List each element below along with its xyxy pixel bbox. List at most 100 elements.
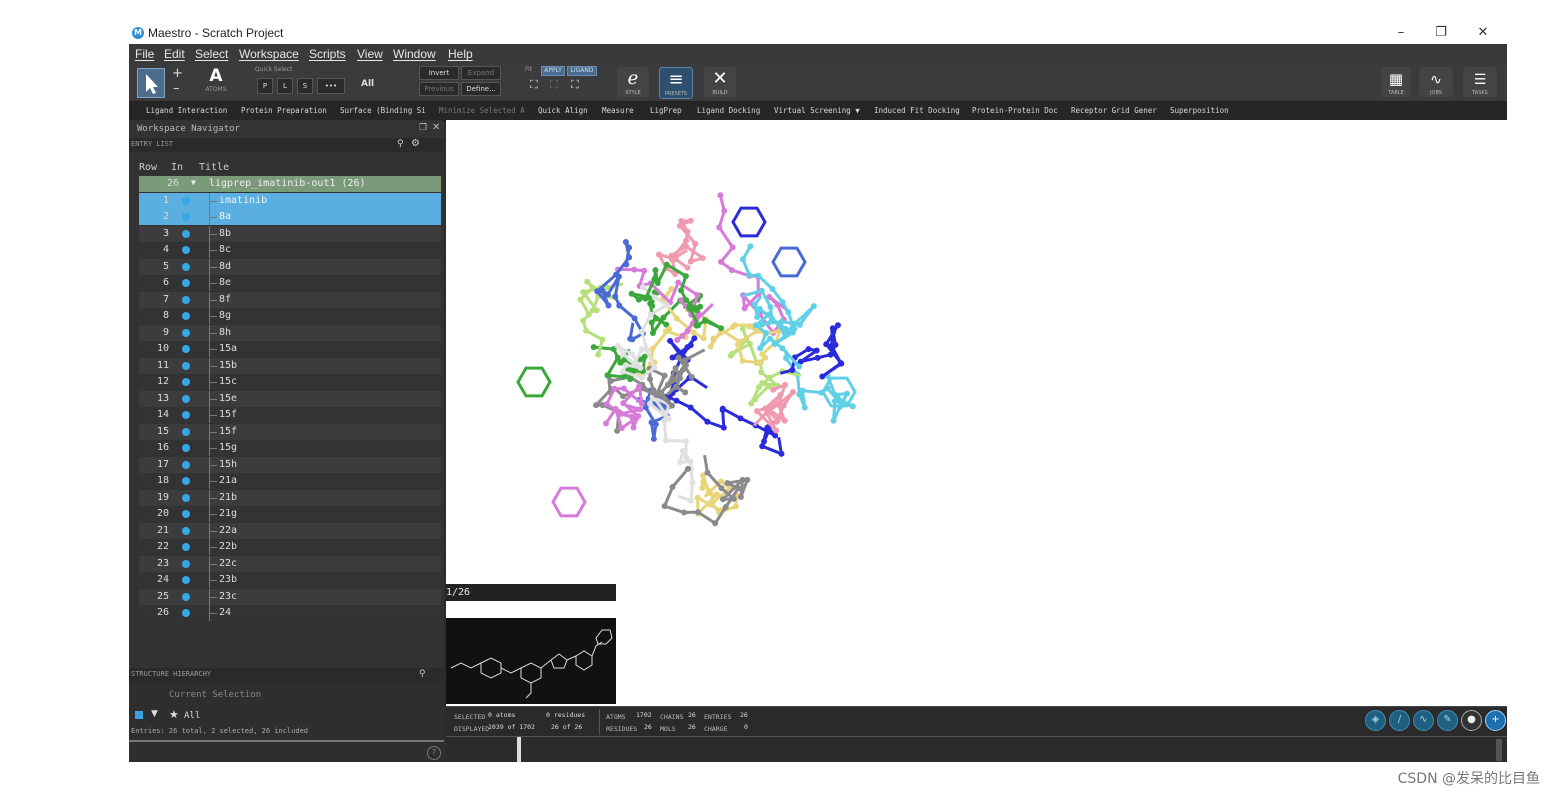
fav-surface-binding[interactable]: Surface (Binding Si [340, 106, 426, 115]
entry-row[interactable]: 18 21a [139, 473, 441, 489]
fav-superposition[interactable]: Superposition [1170, 106, 1229, 115]
fav-induced-fit-docking[interactable]: Induced Fit Docking [874, 106, 960, 115]
entry-included-icon[interactable] [182, 559, 190, 568]
entry-row[interactable]: 20 21g [139, 506, 441, 522]
hierarchy-search-icon[interactable]: ⚲ [419, 669, 426, 679]
fit-all-icon[interactable]: ⛶ [530, 78, 538, 92]
entry-row[interactable]: 15 15f [139, 423, 441, 440]
entry-row[interactable]: 1 imatinib [139, 192, 441, 209]
apply-button[interactable]: APPLY [541, 66, 565, 76]
quick-select-more[interactable]: ••• [317, 78, 345, 94]
entry-included-icon[interactable] [182, 526, 190, 535]
entry-row[interactable]: 10 15a [139, 341, 441, 357]
entry-group-row[interactable]: 26 ▼ ligprep_imatinib-out1 (26) [139, 176, 441, 192]
expand-button[interactable]: Expand [461, 66, 501, 80]
fit-selection-icon[interactable]: ⛶ [550, 78, 558, 92]
tube-icon[interactable]: / [1389, 710, 1410, 731]
entry-row[interactable]: 16 15g [139, 440, 441, 456]
entry-row[interactable]: 17 15h [139, 456, 441, 473]
entry-included-icon[interactable] [182, 576, 190, 584]
menu-workspace[interactable]: Workspace [239, 47, 299, 61]
splitter-handle[interactable] [517, 737, 521, 762]
entry-included-icon[interactable] [182, 328, 190, 337]
entry-included-icon[interactable] [182, 592, 190, 601]
presets-button[interactable]: ≡ PRESETS [659, 67, 693, 99]
fav-quick-align[interactable]: Quick Align [538, 106, 588, 115]
menu-window[interactable]: Window [393, 47, 436, 61]
entry-row[interactable]: 23 22c [139, 555, 441, 572]
panel-splitter[interactable] [129, 740, 444, 742]
column-row[interactable]: Row [139, 162, 157, 173]
previous-button[interactable]: Previous [419, 82, 459, 96]
entry-included-icon[interactable] [182, 510, 190, 518]
fav-receptor-grid[interactable]: Receptor Grid Gener [1071, 106, 1157, 115]
entry-row[interactable]: 7 8f [139, 291, 441, 308]
current-selection-item[interactable]: Current Selection [169, 690, 261, 700]
collapse-triangle-icon[interactable]: ▼ [191, 178, 196, 187]
navigator-close-icon[interactable]: ✕ [432, 122, 440, 133]
menu-file[interactable]: File [135, 47, 154, 61]
fav-ligprep[interactable]: LigPrep [650, 106, 682, 115]
entry-included-icon[interactable] [182, 345, 190, 353]
entry-row[interactable]: 3 8b [139, 225, 441, 242]
quick-select-protein[interactable]: P [257, 78, 273, 94]
add-selection-button[interactable]: + [172, 66, 183, 81]
entry-row[interactable]: 12 15c [139, 374, 441, 390]
select-all-button[interactable]: All [361, 79, 374, 89]
gear-icon[interactable]: ⚙ [411, 138, 420, 149]
entry-included-icon[interactable] [182, 312, 190, 320]
entry-included-icon[interactable] [182, 444, 190, 452]
3d-workspace-viewport[interactable]: 1/26 [446, 120, 1507, 706]
quick-select-ligand[interactable]: L [277, 78, 293, 94]
entry-row[interactable]: 6 8e [139, 275, 441, 291]
fav-protein-protein-docking[interactable]: Protein-Protein Doc [972, 106, 1058, 115]
entry-row[interactable]: 4 8c [139, 242, 441, 258]
help-icon[interactable]: ? [427, 746, 441, 760]
entry-included-icon[interactable] [182, 361, 190, 370]
entry-row[interactable]: 5 8d [139, 258, 441, 275]
entry-included-icon[interactable] [182, 477, 190, 485]
minimize-button[interactable]: – [1387, 24, 1415, 42]
add-icon[interactable]: + [1485, 710, 1506, 731]
entry-row[interactable]: 13 15e [139, 390, 441, 407]
column-title[interactable]: Title [199, 162, 229, 173]
entry-row[interactable]: 14 15f [139, 407, 441, 423]
restore-button[interactable]: ❐ [1427, 24, 1455, 42]
fav-protein-preparation[interactable]: Protein Preparation [241, 106, 327, 115]
entry-included-icon[interactable] [182, 543, 190, 551]
entry-included-icon[interactable] [182, 427, 190, 436]
style-button[interactable]: ℯ STYLE [617, 67, 649, 97]
entry-row[interactable]: 24 23b [139, 572, 441, 588]
entry-row[interactable]: 8 8g [139, 308, 441, 324]
entry-included-icon[interactable] [182, 295, 190, 304]
entry-included-icon[interactable] [182, 262, 190, 271]
fav-minimize-selected[interactable]: Minimize Selected A [439, 106, 525, 115]
menu-scripts[interactable]: Scripts [309, 47, 346, 61]
entry-included-icon[interactable] [182, 493, 190, 502]
menu-select[interactable]: Select [195, 47, 228, 61]
fav-virtual-screening[interactable]: Virtual Screening ▼ [774, 106, 860, 115]
ligand-button[interactable]: LIGAND [567, 66, 597, 76]
menu-view[interactable]: View [357, 47, 383, 61]
pencil-icon[interactable]: ✎ [1437, 710, 1458, 731]
wire-icon[interactable]: ∿ [1413, 710, 1434, 731]
fav-measure[interactable]: Measure [602, 106, 634, 115]
entry-included-icon[interactable] [182, 246, 190, 254]
table-button[interactable]: ▦ TABLE [1381, 67, 1411, 97]
entry-included-icon[interactable] [182, 460, 190, 469]
quick-select-solvent[interactable]: S [297, 78, 313, 94]
entry-included-icon[interactable] [182, 411, 190, 419]
entry-row[interactable]: 22 22b [139, 539, 441, 555]
entry-included-icon[interactable] [182, 279, 190, 287]
entry-row[interactable]: 19 21b [139, 489, 441, 506]
entry-included-icon[interactable] [182, 229, 190, 238]
entry-included-icon[interactable] [182, 196, 190, 205]
ribbon-icon[interactable]: ◈ [1365, 710, 1386, 731]
entry-row[interactable]: 11 15b [139, 357, 441, 374]
expand-triangle-icon[interactable]: ▼ [151, 709, 158, 719]
float-icon[interactable]: ❐ [419, 123, 427, 133]
entry-included-icon[interactable] [182, 378, 190, 386]
build-button[interactable]: ✕ BUILD [704, 67, 736, 97]
all-checkbox[interactable] [135, 711, 143, 719]
entry-row[interactable]: 26 24 [139, 605, 441, 621]
